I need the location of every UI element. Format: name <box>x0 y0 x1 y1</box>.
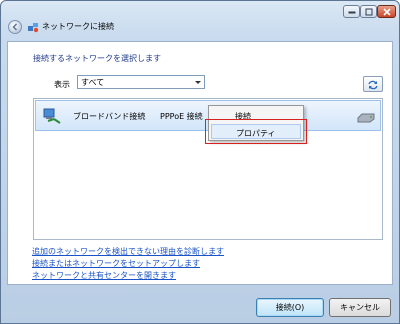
task-links: 追加のネットワークを検出できない理由を診断します 接続またはネットワークをセット… <box>32 246 224 282</box>
network-name: ブロードバンド接続 <box>73 112 146 121</box>
network-connect-icon <box>28 23 39 33</box>
network-center-link[interactable]: ネットワークと共有センターを開きます <box>32 270 224 282</box>
diagnose-link[interactable]: 追加のネットワークを検出できない理由を診断します <box>32 246 224 258</box>
refresh-icon <box>368 80 378 90</box>
highlight-box <box>205 119 307 144</box>
modem-icon <box>357 113 375 123</box>
dialog-window: ネットワークに接続 接続するネットワークを選択します 表示 すべて ブロードバン… <box>0 0 400 324</box>
close-icon <box>383 8 390 15</box>
connect-button[interactable]: 接続(O) <box>256 298 324 317</box>
maximize-icon <box>365 8 372 15</box>
show-filter-value: すべて <box>81 78 105 87</box>
show-label: 表示 <box>54 80 70 89</box>
back-button[interactable] <box>8 20 22 34</box>
minimize-button[interactable] <box>343 5 360 18</box>
title-bar: ネットワークに接続 <box>1 1 399 41</box>
close-button[interactable] <box>377 5 396 18</box>
maximize-button[interactable] <box>360 5 377 18</box>
page-heading: 接続するネットワークを選択します <box>33 54 161 63</box>
cancel-button[interactable]: キャンセル <box>329 298 391 317</box>
broadband-network-icon <box>43 108 61 124</box>
refresh-button[interactable] <box>363 76 383 92</box>
window-title: ネットワークに接続 <box>42 22 114 31</box>
network-type: PPPoE 接続 <box>160 112 203 121</box>
show-filter-select[interactable]: すべて <box>77 75 205 89</box>
back-arrow-icon <box>12 23 17 31</box>
setup-connection-link[interactable]: 接続またはネットワークをセットアップします <box>32 258 224 270</box>
minimize-icon <box>348 11 355 13</box>
chevron-down-icon <box>195 81 201 84</box>
